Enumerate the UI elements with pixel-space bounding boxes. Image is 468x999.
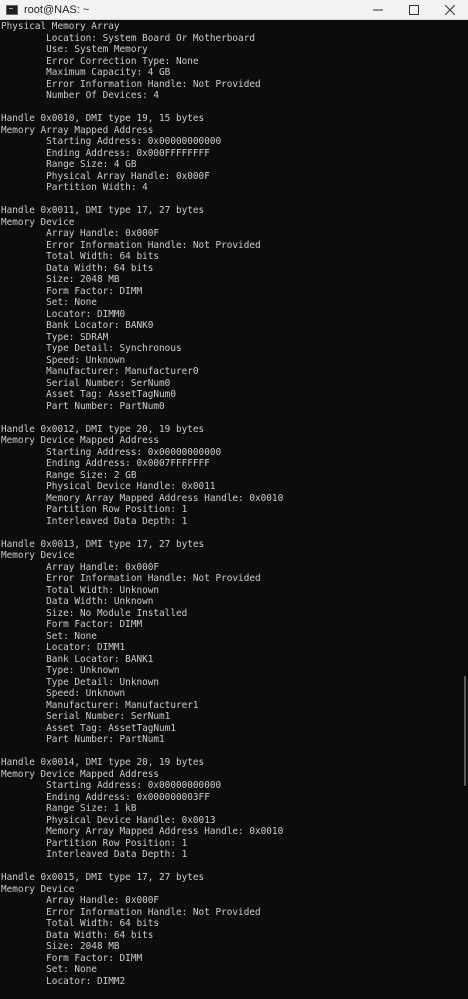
terminal-line: Ending Address: 0x000FFFFFFFF — [1, 147, 210, 159]
terminal-line: Handle 0x0014, DMI type 20, 19 bytes — [1, 757, 205, 768]
terminal-line: Array Handle: 0x000F — [1, 561, 160, 573]
terminal-line: Type: Unknown — [1, 665, 120, 676]
terminal-line: Memory Device — [1, 883, 75, 895]
terminal-line: Locator: DIMM2 — [1, 975, 126, 987]
terminal-line: Total Width: 64 bits — [1, 251, 160, 262]
terminal-line: Asset Tag: AssetTagNum1 — [1, 722, 176, 734]
terminal-line: Part Number: PartNum0 — [1, 400, 165, 412]
terminal-line: Serial Number: SerNum1 — [1, 711, 171, 722]
scrollbar-thumb[interactable] — [464, 676, 466, 786]
window-controls — [360, 0, 468, 20]
terminal-line: Size: 2048 MB — [1, 274, 120, 285]
terminal-line: Handle 0x0012, DMI type 20, 19 bytes — [1, 423, 205, 435]
terminal-line: Memory Device — [1, 216, 75, 228]
terminal-line: Set: None — [1, 964, 97, 975]
terminal-line: Data Width: 64 bits — [1, 929, 154, 941]
terminal-line: Form Factor: DIMM — [1, 619, 143, 630]
terminal-line: Starting Address: 0x00000000000 — [1, 446, 222, 458]
minimize-icon — [373, 9, 383, 10]
terminal-line: Range Size: 4 GB — [1, 159, 137, 170]
terminal-line: Range Size: 1 kB — [1, 803, 137, 814]
terminal-line: Bank Locator: BANK0 — [1, 320, 154, 331]
terminal-line: Handle 0x0013, DMI type 17, 27 bytes — [1, 538, 205, 550]
terminal-line: Partition Row Position: 1 — [1, 504, 188, 515]
terminal-line: Total Width: Unknown — [1, 584, 160, 596]
terminal-line: Use: System Memory — [1, 44, 148, 55]
terminal-line: Array Handle: 0x000F — [1, 228, 160, 239]
terminal-line: Interleaved Data Depth: 1 — [1, 515, 188, 527]
terminal-line: Memory Device Mapped Address — [1, 768, 160, 780]
terminal-line: Ending Address: 0x0007FFFFFFF — [1, 458, 210, 469]
terminal-line: Physical Device Handle: 0x0011 — [1, 481, 216, 492]
terminal-line: Error Information Handle: Not Provided — [1, 906, 261, 918]
terminal-line: Serial Number: SerNum0 — [1, 377, 171, 389]
terminal-line: Memory Array Mapped Address — [1, 124, 154, 136]
terminal-line: Size: 2048 MB — [1, 941, 120, 952]
window-title: root@NAS: ~ — [24, 3, 90, 16]
terminal-line: Form Factor: DIMM — [1, 952, 143, 964]
terminal-line: Part Number: PartNum1 — [1, 734, 165, 745]
terminal-line: Set: None — [1, 630, 97, 642]
terminal-line: Physical Memory Array — [1, 21, 120, 32]
terminal-line: Locator: DIMM0 — [1, 308, 126, 320]
terminal-line: Memory Device — [1, 550, 75, 561]
terminal-line: Maximum Capacity: 4 GB — [1, 67, 171, 78]
terminal-line: Starting Address: 0x00000000000 — [1, 136, 222, 147]
terminal-line: Memory Array Mapped Address Handle: 0x00… — [1, 492, 284, 504]
terminal-line: Error Correction Type: None — [1, 55, 199, 67]
terminal-line: Error Information Handle: Not Provided — [1, 239, 261, 251]
terminal-line: Interleaved Data Depth: 1 — [1, 849, 188, 860]
terminal-line: Speed: Unknown — [1, 354, 126, 366]
terminal-line: Memory Device Mapped Address — [1, 435, 160, 446]
title-bar[interactable]: root@NAS: ~ — [0, 0, 468, 20]
terminal-line: Type Detail: Synchronous — [1, 343, 182, 354]
terminal-line: Total Width: 64 bits — [1, 918, 160, 929]
close-button[interactable] — [432, 0, 468, 20]
terminal-line: Handle 0x0010, DMI type 19, 15 bytes — [1, 113, 205, 124]
terminal-line: Partition Width: 4 — [1, 182, 148, 193]
terminal-line: Locator: DIMM1 — [1, 642, 126, 653]
terminal-line: Asset Tag: AssetTagNum0 — [1, 389, 176, 400]
terminal-line: Range Size: 2 GB — [1, 469, 137, 481]
maximize-icon — [409, 4, 419, 15]
terminal-line: Handle 0x0011, DMI type 17, 27 bytes — [1, 205, 205, 216]
terminal-line: Physical Array Handle: 0x000F — [1, 170, 210, 182]
terminal-line: Bank Locator: BANK1 — [1, 653, 154, 665]
terminal-line: Ending Address: 0x000000003FF — [1, 791, 210, 803]
terminal-line: Number Of Devices: 4 — [1, 90, 160, 101]
maximize-button[interactable] — [396, 0, 432, 20]
terminal-line: Type Detail: Unknown — [1, 676, 160, 688]
terminal-line: Data Width: Unknown — [1, 596, 154, 607]
terminal-line: Data Width: 64 bits — [1, 262, 154, 274]
terminal-line: Size: No Module Installed — [1, 607, 188, 619]
terminal-line: Error Information Handle: Not Provided — [1, 78, 261, 90]
terminal-line: Speed: Unknown — [1, 688, 126, 699]
terminal-line: Set: None — [1, 297, 97, 308]
terminal-line: Array Handle: 0x000F — [1, 895, 160, 906]
terminal-line: Type: SDRAM — [1, 331, 109, 343]
terminal-line: Physical Device Handle: 0x0013 — [1, 814, 216, 826]
vertical-scrollbar[interactable] — [462, 21, 468, 999]
minimize-button[interactable] — [360, 0, 396, 20]
terminal-line: Memory Array Mapped Address Handle: 0x00… — [1, 826, 284, 837]
terminal-line: Starting Address: 0x00000000000 — [1, 780, 222, 791]
close-icon — [445, 4, 455, 15]
terminal-icon — [6, 4, 18, 15]
terminal-output[interactable]: Physical Memory Array Location: System B… — [0, 21, 462, 999]
terminal-line: Manufacturer: Manufacturer0 — [1, 366, 199, 377]
terminal-line: Error Information Handle: Not Provided — [1, 573, 261, 584]
terminal-line: Manufacturer: Manufacturer1 — [1, 699, 199, 711]
terminal-line: Location: System Board Or Motherboard — [1, 32, 255, 44]
terminal-line: Form Factor: DIMM — [1, 285, 143, 297]
terminal-line: Handle 0x0015, DMI type 17, 27 bytes — [1, 872, 205, 883]
terminal-line: Partition Row Position: 1 — [1, 837, 188, 849]
